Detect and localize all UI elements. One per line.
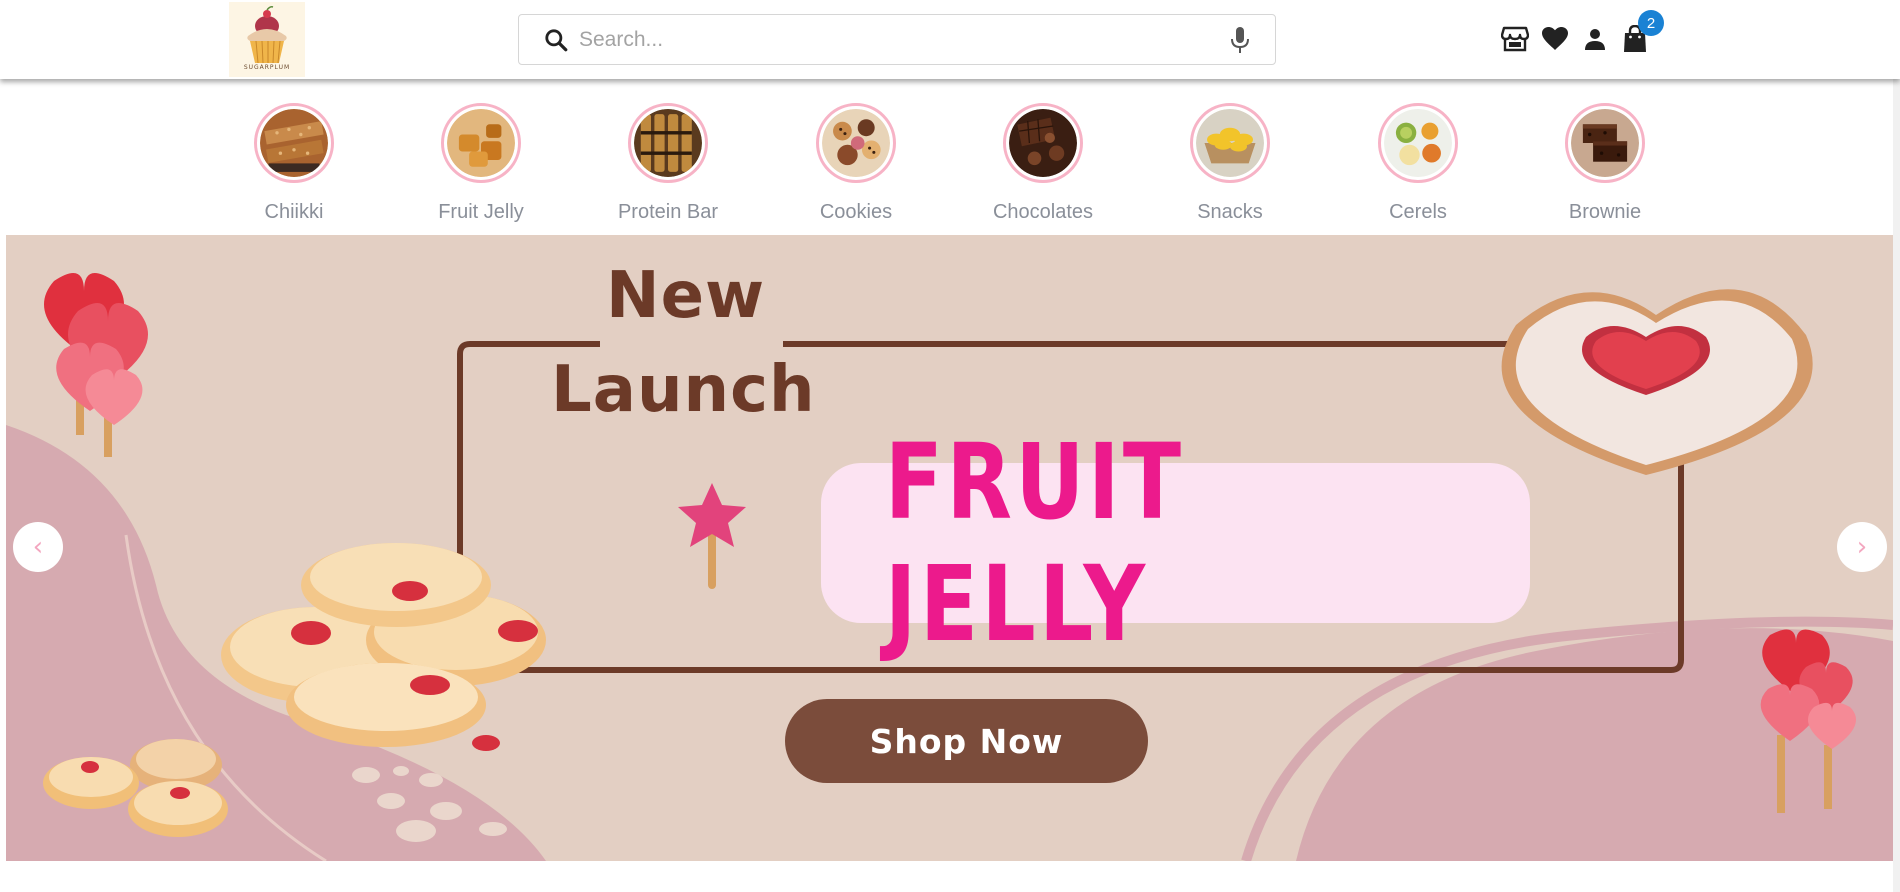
category-label: Protein Bar — [617, 201, 719, 223]
heart-icon[interactable] — [1540, 24, 1570, 54]
category-item-protein-bar[interactable]: Protein Bar — [588, 103, 748, 224]
headline-new: New — [606, 259, 766, 333]
site-header: SUGARPLUM 2 — [0, 0, 1900, 79]
category-item-snacks[interactable]: Snacks — [1150, 103, 1310, 224]
chevron-left-icon: ‹ — [32, 532, 44, 562]
category-label: Cerels — [1389, 201, 1447, 223]
logo-text: SUGARPLUM — [243, 64, 291, 71]
category-label: Snacks — [1197, 201, 1263, 223]
carousel-next-button[interactable]: › — [1837, 522, 1887, 572]
category-image — [1003, 103, 1083, 183]
store-icon[interactable] — [1500, 24, 1530, 54]
shopping-bag-icon[interactable]: 2 — [1620, 10, 1664, 54]
search-input[interactable] — [579, 27, 1227, 52]
microphone-icon[interactable] — [1227, 25, 1253, 55]
search-bar[interactable] — [518, 14, 1276, 65]
chevron-right-icon: › — [1856, 532, 1868, 562]
product-title-pill: FRUIT JELLY — [821, 421, 1530, 665]
cupcake-logo-icon — [247, 6, 287, 64]
category-image — [441, 103, 521, 183]
category-item-chiikki[interactable]: Chiikki — [214, 103, 374, 224]
category-item-cookies[interactable]: Cookies — [776, 103, 936, 224]
category-item-brownie[interactable]: Brownie — [1525, 103, 1685, 224]
cart-count-badge: 2 — [1638, 10, 1664, 36]
category-image — [1565, 103, 1645, 183]
category-image — [254, 103, 334, 183]
category-item-cerels[interactable]: Cerels — [1338, 103, 1498, 224]
category-image — [1378, 103, 1458, 183]
carousel-prev-button[interactable]: ‹ — [13, 522, 63, 572]
category-label: Chiikki — [264, 201, 324, 223]
site-logo[interactable]: SUGARPLUM — [229, 2, 305, 77]
category-image — [628, 103, 708, 183]
account-icon[interactable] — [1580, 24, 1610, 54]
hero-banner[interactable]: New Launch FRUIT JELLY Shop Now ‹ › — [6, 235, 1893, 861]
category-image — [1190, 103, 1270, 183]
category-label: Brownie — [1568, 201, 1642, 223]
category-item-chocolates[interactable]: Chocolates — [963, 103, 1123, 224]
category-label: Chocolates — [992, 201, 1094, 223]
category-label: Fruit Jelly — [438, 201, 524, 223]
shop-now-button[interactable]: Shop Now — [785, 699, 1148, 783]
headline-launch: Launch — [551, 353, 816, 427]
product-title: FRUIT JELLY — [884, 421, 1185, 665]
category-image — [816, 103, 896, 183]
search-icon[interactable] — [541, 25, 571, 55]
category-label: Cookies — [819, 201, 893, 223]
header-actions: 2 — [1500, 10, 1664, 56]
category-strip: Chiikki Fruit Jelly Protein Bar Cookies … — [0, 79, 1900, 235]
category-item-fruit-jelly[interactable]: Fruit Jelly — [401, 103, 561, 224]
page-scrollbar[interactable] — [1893, 0, 1900, 892]
